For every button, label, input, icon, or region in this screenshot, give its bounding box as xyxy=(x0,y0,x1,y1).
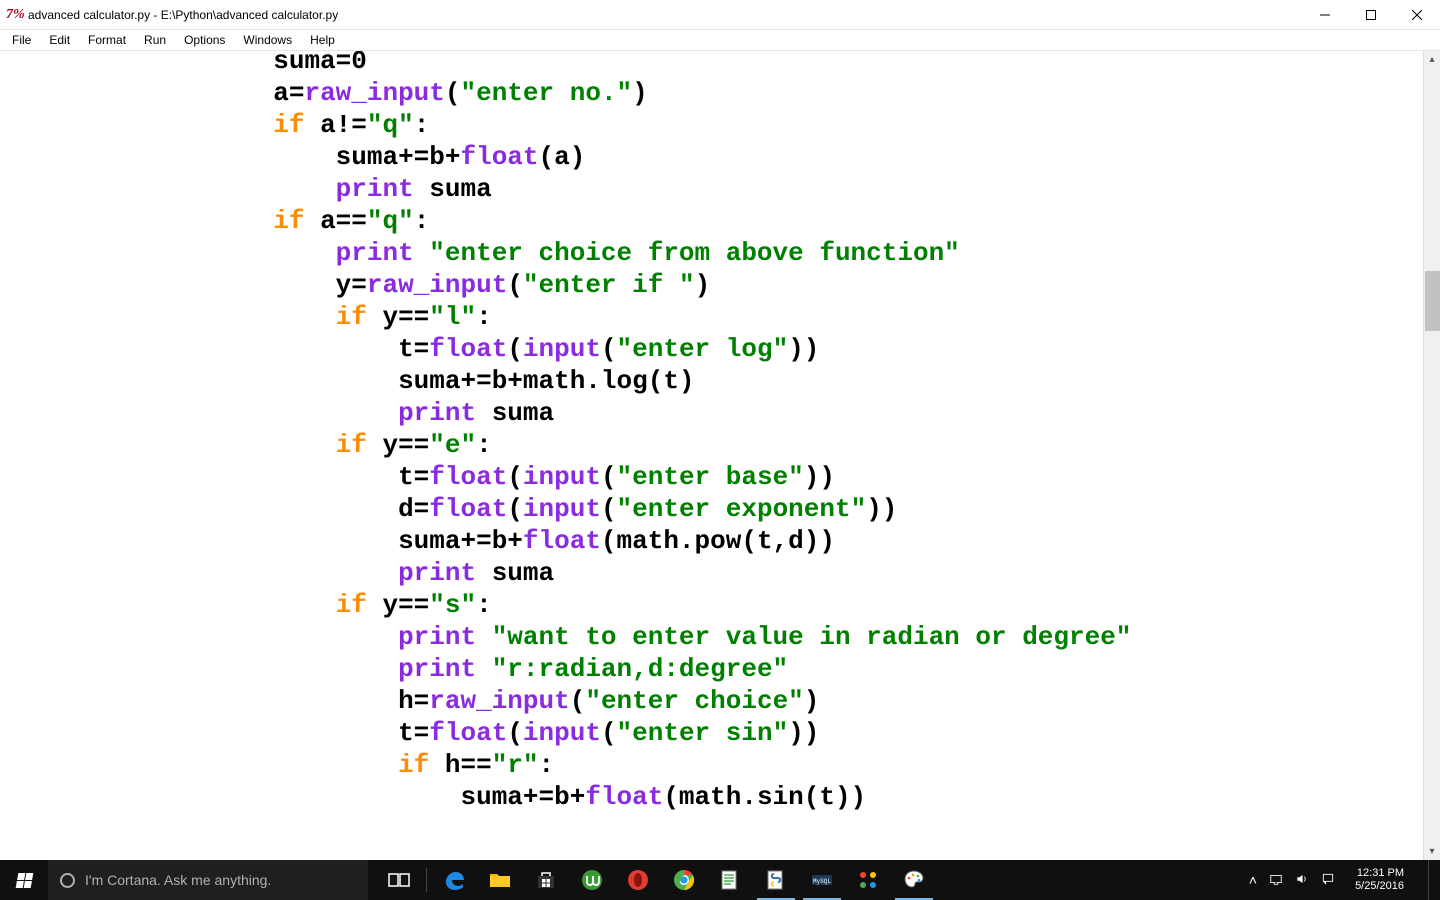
menu-format[interactable]: Format xyxy=(80,31,134,49)
system-tray: ˄ 12:31 PM 5/25/2016 xyxy=(1249,860,1440,900)
mysql-icon[interactable]: MySQL xyxy=(799,860,845,900)
clock-date: 5/25/2016 xyxy=(1355,880,1404,893)
window-title: advanced calculator.py - E:\Python\advan… xyxy=(28,8,338,22)
start-button[interactable] xyxy=(0,860,48,900)
taskbar-apps: MySQL xyxy=(376,860,937,900)
chrome-app-icon[interactable] xyxy=(845,860,891,900)
show-desktop-button[interactable] xyxy=(1428,860,1434,900)
scroll-up-arrow[interactable]: ▴ xyxy=(1424,51,1440,68)
paint-icon[interactable] xyxy=(891,860,937,900)
taskbar-separator xyxy=(426,868,427,892)
utorrent-icon[interactable] xyxy=(569,860,615,900)
chrome-icon[interactable] xyxy=(661,860,707,900)
file-explorer-icon[interactable] xyxy=(477,860,523,900)
opera-icon[interactable] xyxy=(615,860,661,900)
taskbar: I'm Cortana. Ask me anything. xyxy=(0,860,1440,900)
code-editor[interactable]: suma=0 a=raw_input("enter no.") if a!="q… xyxy=(0,51,1423,860)
tray-volume-icon[interactable] xyxy=(1295,872,1309,889)
menu-windows[interactable]: Windows xyxy=(235,31,300,49)
window-controls xyxy=(1302,0,1440,29)
vertical-scrollbar[interactable]: ▴ ▾ xyxy=(1423,51,1440,860)
editor-area: suma=0 a=raw_input("enter no.") if a!="q… xyxy=(0,50,1440,860)
taskbar-clock[interactable]: 12:31 PM 5/25/2016 xyxy=(1347,867,1412,893)
edge-icon[interactable] xyxy=(431,860,477,900)
taskbar-left: I'm Cortana. Ask me anything. xyxy=(0,860,937,900)
scroll-down-arrow[interactable]: ▾ xyxy=(1424,843,1440,860)
minimize-button[interactable] xyxy=(1302,0,1348,30)
menu-run[interactable]: Run xyxy=(136,31,174,49)
store-icon[interactable] xyxy=(523,860,569,900)
tray-notifications-icon[interactable] xyxy=(1321,872,1335,889)
menu-options[interactable]: Options xyxy=(176,31,233,49)
maximize-button[interactable] xyxy=(1348,0,1394,30)
python-idle-icon[interactable] xyxy=(753,860,799,900)
app-icon: 7% xyxy=(6,7,22,23)
menubar: File Edit Format Run Options Windows Hel… xyxy=(0,30,1440,50)
tray-chevron-up-icon[interactable]: ˄ xyxy=(1249,872,1257,888)
notepadpp-icon[interactable] xyxy=(707,860,753,900)
menu-edit[interactable]: Edit xyxy=(41,31,78,49)
search-placeholder: I'm Cortana. Ask me anything. xyxy=(85,872,271,888)
tray-network-icon[interactable] xyxy=(1269,872,1283,889)
code-content[interactable]: suma=0 a=raw_input("enter no.") if a!="q… xyxy=(8,51,1423,813)
menu-help[interactable]: Help xyxy=(302,31,343,49)
task-view-button[interactable] xyxy=(376,860,422,900)
cortana-icon xyxy=(60,873,75,888)
cortana-search[interactable]: I'm Cortana. Ask me anything. xyxy=(48,860,368,900)
titlebar-left: 7% advanced calculator.py - E:\Python\ad… xyxy=(6,7,338,23)
svg-text:MySQL: MySQL xyxy=(813,878,831,885)
menu-file[interactable]: File xyxy=(4,31,39,49)
clock-time: 12:31 PM xyxy=(1355,867,1404,880)
close-button[interactable] xyxy=(1394,0,1440,30)
titlebar: 7% advanced calculator.py - E:\Python\ad… xyxy=(0,0,1440,30)
scroll-thumb[interactable] xyxy=(1425,271,1440,331)
windows-logo-icon xyxy=(15,873,33,888)
taskbar-right: ˄ 12:31 PM 5/25/2016 xyxy=(1249,860,1440,900)
